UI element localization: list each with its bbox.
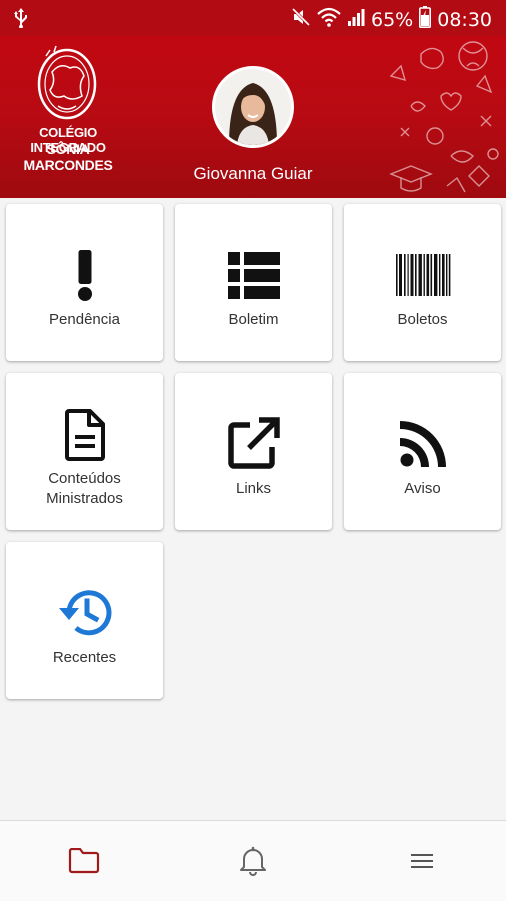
- conteudos-label-line2: Ministrados: [46, 490, 123, 507]
- aviso-tile[interactable]: Aviso: [344, 373, 501, 530]
- links-tile[interactable]: Links: [175, 373, 332, 530]
- recentes-label: Recentes: [52, 649, 117, 666]
- pendencia-label: Pendência: [49, 311, 120, 328]
- aviso-label: Aviso: [404, 480, 441, 497]
- status-bar: 65% 08:30: [0, 0, 506, 36]
- bell-icon: [240, 846, 266, 876]
- conteudos-label-line1: Conteúdos: [48, 470, 121, 487]
- usb-icon: [14, 8, 28, 33]
- mute-icon: [291, 7, 311, 32]
- conteudos-ministrados-tile[interactable]: Conteúdos Ministrados: [6, 373, 163, 530]
- bottom-navigation: [0, 820, 506, 901]
- nav-notifications-button[interactable]: [169, 821, 337, 901]
- boletim-label: Boletim: [228, 311, 279, 328]
- exclamation-icon: [6, 250, 163, 302]
- history-icon: [6, 586, 163, 638]
- boletos-label: Boletos: [397, 311, 448, 328]
- battery-percent: 65%: [371, 8, 414, 31]
- boletim-tile[interactable]: Boletim: [175, 204, 332, 361]
- barcode-icon: [344, 254, 501, 296]
- user-avatar[interactable]: [212, 66, 294, 148]
- clock: 08:30: [437, 8, 492, 31]
- hamburger-menu-icon: [411, 854, 433, 868]
- folder-icon: [68, 848, 100, 874]
- wifi-icon: [317, 7, 341, 32]
- rss-icon: [344, 421, 501, 467]
- profile-header: COLÉGIO INTEGRADO SÔNIA MARCONDES Giovan…: [0, 36, 506, 198]
- battery-icon: [419, 6, 432, 33]
- user-name: Giovanna Guiar: [193, 164, 313, 183]
- boletos-tile[interactable]: Boletos: [344, 204, 501, 361]
- pendencia-tile[interactable]: Pendência: [6, 204, 163, 361]
- list-icon: [175, 252, 332, 299]
- nav-folder-button[interactable]: [0, 821, 168, 901]
- nav-menu-button[interactable]: [338, 821, 506, 901]
- document-icon: [6, 409, 163, 461]
- recentes-tile[interactable]: Recentes: [6, 542, 163, 699]
- signal-icon: [347, 7, 365, 32]
- open-in-new-icon: [175, 417, 332, 469]
- links-label: Links: [235, 480, 272, 497]
